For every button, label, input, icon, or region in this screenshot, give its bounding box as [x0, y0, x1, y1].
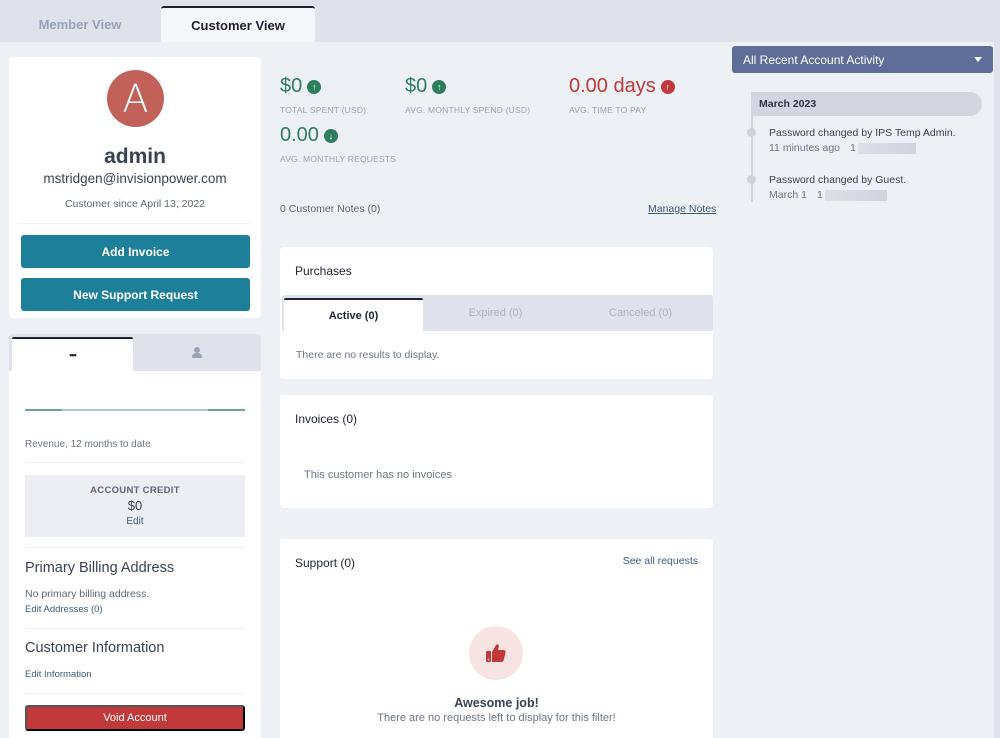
arrow-up-icon: ↑ [307, 79, 322, 94]
thumbs-up-icon [469, 626, 523, 680]
tab-expired[interactable]: Expired (0) [423, 295, 568, 331]
support-empty-subtitle: There are no requests left to display fo… [377, 712, 616, 724]
caret-down-icon [974, 57, 982, 62]
new-support-request-button[interactable]: New Support Request [21, 278, 250, 311]
stat-label: AVG. MONTHLY SPEND (USD) [405, 105, 531, 115]
customer-information-heading: Customer Information [25, 640, 165, 656]
profile-email: mstridgen@invisionpower.com [43, 171, 227, 186]
redacted-ip [824, 189, 887, 201]
activity-event-time: 11 minutes ago [769, 142, 841, 154]
stat-avg-monthly-spend: $0 ↑ AVG. MONTHLY SPEND (USD) [405, 75, 530, 115]
timeline-dot [747, 175, 756, 184]
arrow-down-icon: ↓ [323, 128, 338, 143]
purchases-tabs: Active (0) Expired (0) Canceled (0) [282, 295, 713, 331]
invoices-title: Invoices (0) [295, 412, 358, 426]
purchases-empty-message: There are no results to display. [296, 349, 440, 361]
purchases-title: Purchases [295, 264, 352, 278]
support-panel: Support (0) See all requests Awesome job… [280, 539, 713, 738]
stat-label: AVG. MONTHLY REQUESTS [280, 154, 397, 164]
timeline-month: March 2023 [751, 92, 982, 116]
account-credit-box: ACCOUNT CREDIT $0 Edit [25, 475, 245, 537]
scrollbar[interactable] [994, 0, 1000, 738]
tab-canceled[interactable]: Canceled (0) [568, 295, 713, 331]
activity-event-meta: March 1 1 [769, 189, 887, 201]
activity-event-ip: 1 [816, 189, 823, 201]
activity-event-title: Password changed by IPS Temp Admin. [769, 127, 956, 139]
billing-address-heading: Primary Billing Address [25, 560, 175, 576]
manage-notes-link[interactable]: Manage Notes [648, 203, 716, 215]
activity-event-time: March 1 [769, 189, 807, 201]
customer-detail-card: ••• Revenue, 12 months to date ACCOUNT C… [9, 334, 261, 738]
detail-tabs: ••• [9, 334, 261, 371]
purchases-panel: Purchases Active (0) Expired (0) Cancele… [280, 247, 713, 379]
stat-avg-time-to-pay: 0.00 days ↑ AVG. TIME TO PAY [569, 75, 675, 115]
stat-total-spent: $0 ↑ TOTAL SPENT (USD) [280, 75, 366, 115]
support-title: Support (0) [295, 556, 356, 570]
profile-card: A admin mstridgen@invisionpower.com Cust… [9, 57, 261, 318]
timeline-dot [747, 128, 756, 137]
tab-member-view[interactable]: Member View [0, 6, 160, 42]
revenue-sparkline [25, 409, 245, 411]
view-tabs-bar: Member View Customer View [0, 0, 1000, 42]
redacted-ip [857, 142, 916, 154]
add-invoice-button[interactable]: Add Invoice [21, 235, 250, 268]
activity-event-meta: 11 minutes ago 1 [769, 142, 916, 154]
sparkline-segment [25, 409, 62, 411]
customer-notes-count: 0 Customer Notes (0) [280, 203, 381, 215]
tab-overview[interactable]: ••• [12, 337, 133, 371]
divider [21, 223, 250, 224]
tab-user[interactable] [133, 334, 261, 371]
divider [25, 628, 245, 629]
edit-credit-link[interactable]: Edit [25, 516, 245, 527]
more-dots-icon: ••• [69, 350, 77, 360]
divider [25, 693, 245, 694]
activity-event-ip: 1 [850, 142, 856, 154]
stat-value: $0 [405, 75, 428, 97]
edit-information-link[interactable]: Edit Information [25, 669, 92, 680]
support-empty-title: Awesome job! [454, 696, 539, 710]
sparkline-segment [208, 409, 245, 411]
invoices-empty-message: This customer has no invoices [304, 469, 452, 481]
divider [25, 462, 245, 463]
stat-label: TOTAL SPENT (USD) [280, 105, 367, 115]
revenue-label: Revenue, 12 months to date [25, 439, 151, 450]
stat-avg-monthly-requests: 0.00 ↓ AVG. MONTHLY REQUESTS [280, 124, 396, 164]
stat-label: AVG. TIME TO PAY [569, 105, 647, 115]
arrow-up-icon: ↑ [432, 79, 447, 94]
stat-value: $0 [280, 75, 303, 97]
activity-filter-select[interactable]: All Recent Account Activity [732, 46, 993, 73]
user-icon [192, 346, 202, 359]
divider [25, 547, 245, 548]
billing-address-empty: No primary billing address. [25, 588, 150, 600]
see-all-requests-link[interactable]: See all requests [623, 555, 698, 567]
account-credit-title: ACCOUNT CREDIT [90, 485, 180, 496]
stat-value: 0.00 days [569, 75, 656, 97]
tab-active[interactable]: Active (0) [284, 298, 423, 331]
avatar: A [107, 70, 164, 127]
invoices-panel: Invoices (0) This customer has no invoic… [280, 395, 713, 508]
activity-event-title: Password changed by Guest. [769, 174, 907, 186]
account-credit-value: $0 [127, 498, 143, 513]
edit-addresses-link[interactable]: Edit Addresses (0) [25, 604, 103, 615]
customer-since: Customer since April 13, 2022 [64, 198, 206, 210]
profile-name: admin [104, 145, 166, 168]
activity-filter-value: All Recent Account Activity [743, 52, 885, 67]
arrow-up-icon: ↑ [660, 79, 675, 94]
tab-customer-view[interactable]: Customer View [161, 6, 315, 42]
stat-value: 0.00 [280, 124, 319, 146]
void-account-button[interactable]: Void Account [25, 705, 245, 731]
